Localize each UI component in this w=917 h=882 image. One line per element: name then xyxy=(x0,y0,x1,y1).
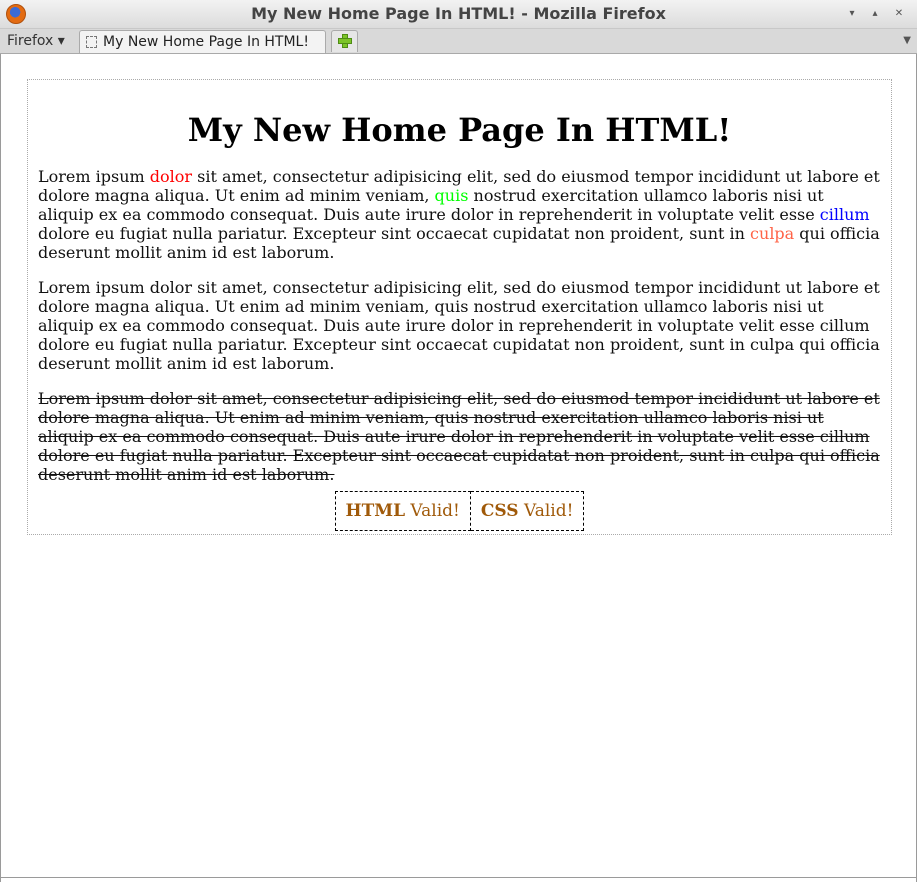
tab-list-dropdown-icon[interactable]: ▼ xyxy=(903,29,911,53)
paragraph-strikethrough: Lorem ipsum dolor sit amet, consectetur … xyxy=(38,389,880,484)
close-icon[interactable]: ✕ xyxy=(891,6,907,22)
paragraph-colored: Lorem ipsum dolor sit amet, consectetur … xyxy=(38,167,880,262)
new-tab-button[interactable] xyxy=(331,30,358,52)
highlight-word-quis: quis xyxy=(434,186,469,205)
window-menu-icon[interactable]: ▾ xyxy=(844,6,860,22)
highlight-word-culpa: culpa xyxy=(750,224,795,243)
window-titlebar: My New Home Page In HTML! - Mozilla Fire… xyxy=(0,0,917,29)
status-bar-divider xyxy=(1,877,917,878)
page-container: My New Home Page In HTML! Lorem ipsum do… xyxy=(27,79,892,535)
highlight-word-dolor: dolor xyxy=(149,167,193,186)
css-valid-badge[interactable]: CSS Valid! xyxy=(470,491,585,531)
maximize-icon[interactable]: ▴ xyxy=(867,6,883,22)
window-title: My New Home Page In HTML! - Mozilla Fire… xyxy=(251,4,666,23)
tab-label: My New Home Page In HTML! xyxy=(103,34,309,50)
content-area: My New Home Page In HTML! Lorem ipsum do… xyxy=(0,54,917,882)
paragraph-plain: Lorem ipsum dolor sit amet, consectetur … xyxy=(38,278,880,373)
highlight-word-cillum: cillum xyxy=(819,205,870,224)
validation-badges: HTML Valid! CSS Valid! xyxy=(28,491,891,531)
firefox-menu-button[interactable]: Firefox ▾ xyxy=(7,29,65,53)
html-valid-badge[interactable]: HTML Valid! xyxy=(334,491,471,531)
page-heading: My New Home Page In HTML! xyxy=(187,111,732,149)
tab-bar: Firefox ▾ My New Home Page In HTML! ▼ xyxy=(0,29,917,54)
tab-my-new-home-page[interactable]: My New Home Page In HTML! xyxy=(79,30,326,53)
page-favicon-icon xyxy=(86,36,97,48)
